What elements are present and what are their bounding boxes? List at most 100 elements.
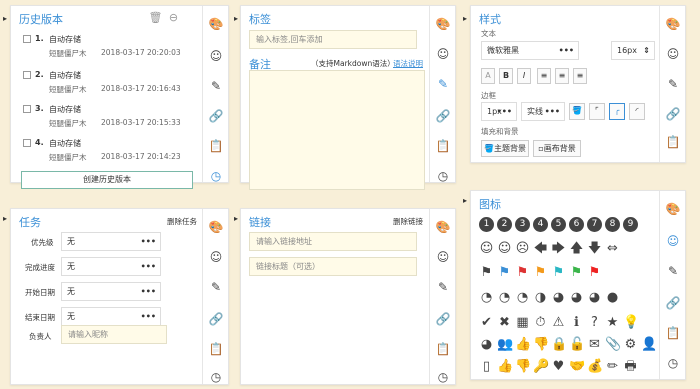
clipboard-icon[interactable]: 📋 <box>665 325 681 341</box>
arrow-right-icon[interactable]: 🡆 <box>551 241 566 256</box>
thumbs-up-outline-icon[interactable]: 👍 <box>497 359 513 374</box>
palette-icon[interactable]: 🎨 <box>208 219 224 235</box>
stopwatch-icon[interactable]: ⏱ <box>533 315 548 330</box>
start-date-select[interactable]: 无 ••• <box>61 282 161 301</box>
check-circle-icon[interactable]: ✔ <box>479 315 494 330</box>
lock-icon[interactable]: 🔒 <box>551 337 567 352</box>
corner-square-button[interactable]: ⌜ <box>589 103 605 120</box>
pie-chart-icon[interactable]: ◕ <box>479 337 494 352</box>
restore-icon[interactable]: ⊖ <box>166 10 181 25</box>
envelope-icon[interactable]: ✉ <box>587 337 602 352</box>
number-6-icon[interactable]: 6 <box>569 217 584 232</box>
paperclip-icon[interactable]: 📎 <box>605 337 621 352</box>
delete-link[interactable]: 删除链接 <box>393 216 423 227</box>
progress-full-icon[interactable]: ● <box>605 290 620 305</box>
history-entry[interactable]: 2. 自动存储 短腿僵尸木 2018-03-17 20:16:43 <box>23 70 193 100</box>
arrow-left-icon[interactable]: 🡄 <box>533 241 548 256</box>
neutral-face-icon[interactable]: ☺ <box>497 241 512 256</box>
flag-orange-icon[interactable]: ⚑ <box>533 265 548 280</box>
italic-button[interactable]: I <box>517 68 531 84</box>
history-checkbox[interactable] <box>23 105 31 113</box>
theme-bg-button[interactable]: 🪣主题背景 <box>481 140 529 157</box>
create-history-button[interactable]: 创建历史版本 <box>21 171 193 189</box>
border-style-select[interactable]: 实线 ••• <box>521 102 565 121</box>
number-4-icon[interactable]: 4 <box>533 217 548 232</box>
key-icon[interactable]: 🔑 <box>533 359 549 374</box>
history-icon[interactable]: ◷ <box>208 168 224 184</box>
flag-cyan-icon[interactable]: ⚑ <box>551 265 566 280</box>
bold-button[interactable]: B <box>499 68 513 84</box>
thumbs-up-icon[interactable]: 👍 <box>515 337 531 352</box>
clipboard-icon[interactable]: 📋 <box>208 341 224 357</box>
link-icon[interactable]: 🔗 <box>208 108 224 124</box>
corner-rounded-button[interactable]: ╭ <box>609 103 625 120</box>
progress-seven-eighths-icon[interactable]: ◕ <box>587 290 602 305</box>
history-checkbox[interactable] <box>23 139 31 147</box>
link-icon[interactable]: 🔗 <box>208 311 224 327</box>
history-checkbox[interactable] <box>23 35 31 43</box>
pencil-icon[interactable]: ✏ <box>605 359 620 374</box>
tag-input[interactable]: 输入标签,回车添加 <box>249 30 417 49</box>
fill-color-button[interactable]: 🪣 <box>569 103 585 120</box>
note-textarea[interactable] <box>249 70 425 190</box>
link-icon[interactable]: 🔗 <box>665 106 681 122</box>
palette-icon[interactable]: 🎨 <box>435 16 451 32</box>
font-select[interactable]: 微软雅黑 ••• <box>481 41 579 60</box>
number-8-icon[interactable]: 8 <box>605 217 620 232</box>
history-entry[interactable]: 3. 自动存储 短腿僵尸木 2018-03-17 20:15:33 <box>23 104 193 134</box>
end-date-select[interactable]: 无 ••• <box>61 307 161 326</box>
history-icon[interactable]: ◷ <box>435 369 451 385</box>
font-size-select[interactable]: 16px ⇕ <box>611 41 655 60</box>
smiley-icon[interactable]: ☺ <box>435 249 451 265</box>
number-3-icon[interactable]: 3 <box>515 217 530 232</box>
sad-face-icon[interactable]: ☹ <box>515 241 530 256</box>
align-right-button[interactable]: ≡ <box>573 68 587 84</box>
smile-face-icon[interactable]: ☺ <box>479 241 494 256</box>
arrows-horizontal-icon[interactable]: ⇔ <box>605 241 620 256</box>
history-icon[interactable]: ◷ <box>665 355 681 371</box>
heart-icon[interactable]: ♥ <box>551 359 566 374</box>
question-icon[interactable]: ? <box>587 315 602 330</box>
handshake-icon[interactable]: 🤝 <box>569 359 585 374</box>
palette-icon[interactable]: 🎨 <box>665 16 681 32</box>
canvas-bg-button[interactable]: ▫画布背景 <box>533 140 581 157</box>
flag-crimson-icon[interactable]: ⚑ <box>587 265 602 280</box>
progress-eighth-icon[interactable]: ◔ <box>479 290 494 305</box>
progress-quarter-icon[interactable]: ◔ <box>497 290 512 305</box>
smiley-icon[interactable]: ☺ <box>665 46 681 62</box>
clipboard-icon[interactable]: 📋 <box>665 134 681 150</box>
smiley-icon[interactable]: ☺ <box>208 249 224 265</box>
user-icon[interactable]: 👤 <box>641 337 657 352</box>
edit-icon[interactable]: ✎ <box>208 78 224 94</box>
progress-three-eighths-icon[interactable]: ◔ <box>515 290 530 305</box>
number-2-icon[interactable]: 2 <box>497 217 512 232</box>
palette-icon[interactable]: 🎨 <box>435 219 451 235</box>
align-left-button[interactable]: ≡ <box>537 68 551 84</box>
progress-half-icon[interactable]: ◑ <box>533 290 548 305</box>
font-color-button[interactable]: A <box>481 68 495 84</box>
syntax-link[interactable]: 语法说明 <box>393 58 423 69</box>
close-circle-icon[interactable]: ✖ <box>497 315 512 330</box>
history-entry[interactable]: 4. 自动存储 短腿僵尸木 2018-03-17 20:14:23 <box>23 138 193 168</box>
flag-red-icon[interactable]: ⚑ <box>515 265 530 280</box>
history-checkbox[interactable] <box>23 71 31 79</box>
corner-round-button[interactable]: ◜ <box>629 103 645 120</box>
flag-blue-icon[interactable]: ⚑ <box>497 265 512 280</box>
thumbs-down-outline-icon[interactable]: 👎 <box>515 359 531 374</box>
clipboard-icon[interactable]: 📋 <box>435 138 451 154</box>
url-input[interactable]: 请输入链接地址 <box>249 232 417 251</box>
edit-icon[interactable]: ✎ <box>435 279 451 295</box>
smiley-icon[interactable]: ☺ <box>435 46 451 62</box>
edit-icon[interactable]: ✎ <box>435 76 451 92</box>
edit-icon[interactable]: ✎ <box>208 279 224 295</box>
clipboard-icon[interactable]: 📋 <box>435 341 451 357</box>
users-icon[interactable]: 👥 <box>497 337 513 352</box>
edit-icon[interactable]: ✎ <box>665 76 681 92</box>
clipboard-icon[interactable]: 📋 <box>208 138 224 154</box>
info-icon[interactable]: ℹ <box>569 315 584 330</box>
flag-black-icon[interactable]: ⚑ <box>479 265 494 280</box>
star-icon[interactable]: ★ <box>605 315 620 330</box>
link-icon[interactable]: 🔗 <box>665 295 681 311</box>
lightbulb-icon[interactable]: 💡 <box>623 315 639 330</box>
priority-select[interactable]: 无 ••• <box>61 232 161 251</box>
